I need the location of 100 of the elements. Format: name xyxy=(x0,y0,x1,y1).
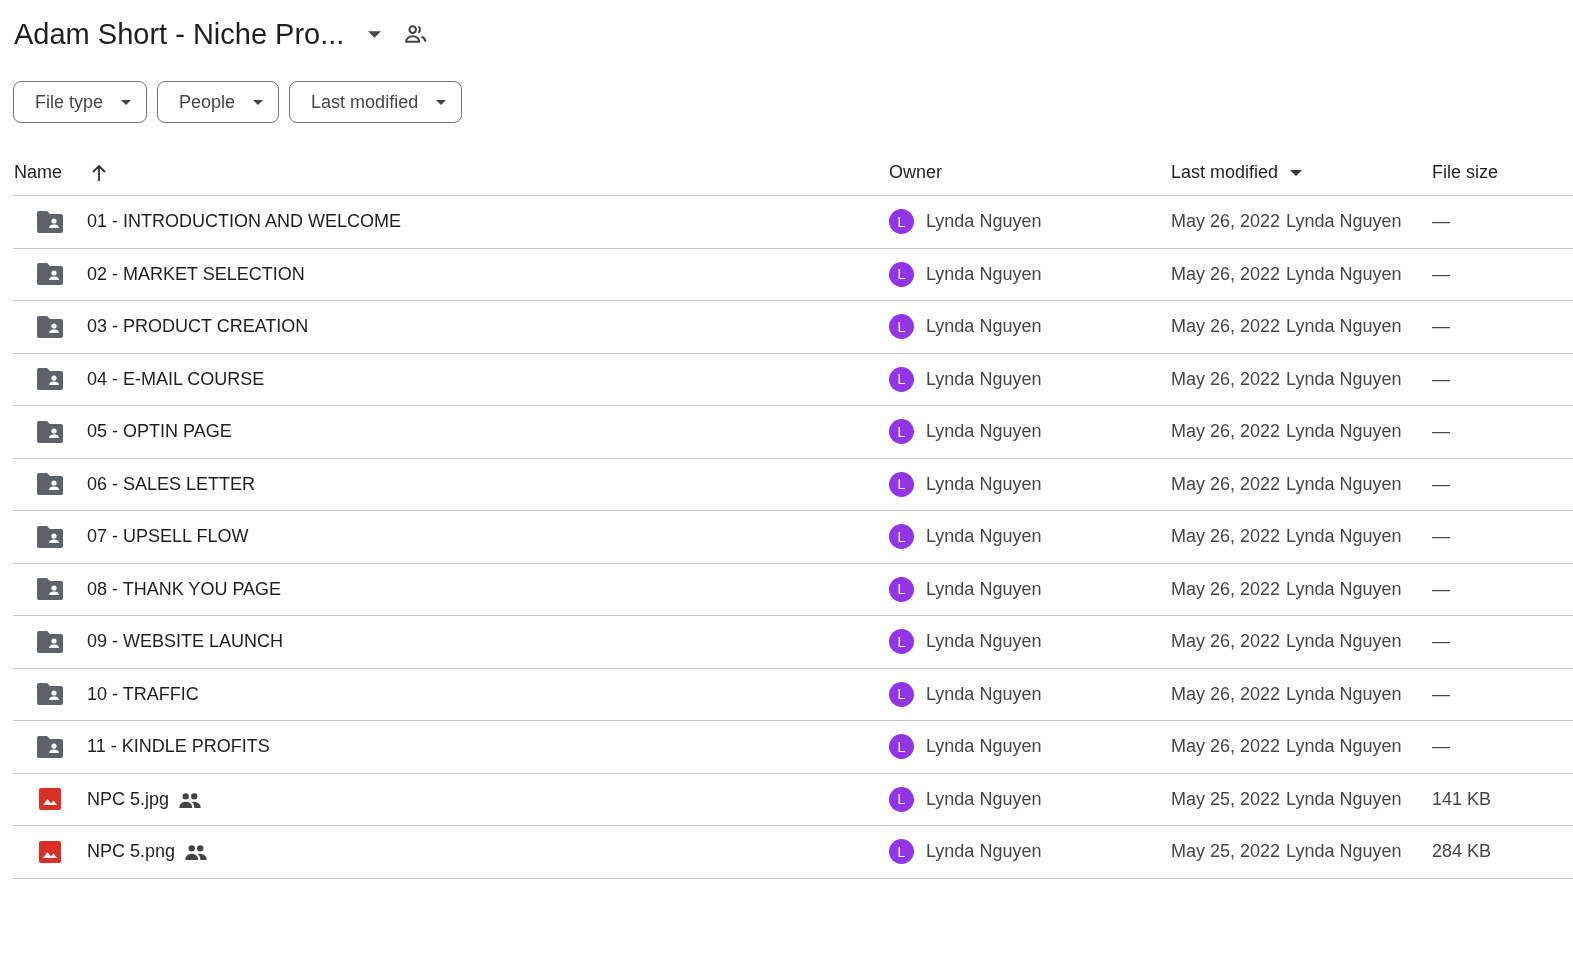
column-header[interactable]: Last modified xyxy=(1171,162,1279,183)
owner-name: Lynda Nguyen xyxy=(926,788,1042,810)
modified-by: Lynda Nguyen xyxy=(1286,263,1402,285)
file-size: — xyxy=(1432,578,1450,600)
modified-date: May 26, 2022 xyxy=(1171,526,1281,548)
image-file-icon xyxy=(39,840,61,863)
shared-folder-icon xyxy=(37,578,63,601)
avatar: L xyxy=(889,314,914,340)
owner-name: Lynda Nguyen xyxy=(926,368,1042,390)
file-name[interactable]: 06 - SALES LETTER xyxy=(87,473,256,495)
file-name[interactable]: 09 - WEBSITE LAUNCH xyxy=(87,631,284,653)
caret-icon[interactable] xyxy=(368,30,382,38)
avatar: L xyxy=(889,419,914,445)
column-header[interactable]: File size xyxy=(1432,162,1498,183)
modified-by: Lynda Nguyen xyxy=(1286,526,1402,548)
modified-by: Lynda Nguyen xyxy=(1286,211,1402,233)
filter-button[interactable]: People xyxy=(157,81,280,123)
modified-date: May 25, 2022 xyxy=(1171,788,1281,810)
avatar: L xyxy=(889,261,914,287)
file-size: — xyxy=(1432,683,1450,705)
file-name[interactable]: 02 - MARKET SELECTION xyxy=(87,263,305,285)
file-size: — xyxy=(1432,211,1450,233)
file-size: — xyxy=(1432,421,1450,443)
file-size: 284 KB xyxy=(1432,841,1492,863)
avatar: L xyxy=(889,629,914,655)
caret-icon[interactable] xyxy=(1290,169,1303,176)
modified-by: Lynda Nguyen xyxy=(1286,368,1402,390)
modified-date: May 26, 2022 xyxy=(1171,263,1281,285)
shared-folder-icon xyxy=(37,315,63,338)
modified-date: May 26, 2022 xyxy=(1171,736,1281,758)
modified-date: May 26, 2022 xyxy=(1171,421,1281,443)
modified-date: May 26, 2022 xyxy=(1171,211,1281,233)
file-name[interactable]: NPC 5.jpg xyxy=(87,788,170,810)
up-arrow-icon[interactable] xyxy=(92,164,106,181)
file-size: — xyxy=(1432,736,1450,758)
owner-name: Lynda Nguyen xyxy=(926,421,1042,443)
modified-by: Lynda Nguyen xyxy=(1286,788,1402,810)
shared-folder-icon xyxy=(37,525,63,548)
modified-by: Lynda Nguyen xyxy=(1286,683,1402,705)
modified-date: May 26, 2022 xyxy=(1171,316,1281,338)
caret-icon xyxy=(253,99,264,105)
file-size: 141 KB xyxy=(1432,788,1492,810)
file-size: — xyxy=(1432,526,1450,548)
shared-folder-icon xyxy=(37,473,63,496)
modified-by: Lynda Nguyen xyxy=(1286,316,1402,338)
modified-by: Lynda Nguyen xyxy=(1286,421,1402,443)
owner-name: Lynda Nguyen xyxy=(926,473,1042,495)
owner-name: Lynda Nguyen xyxy=(926,631,1042,653)
modified-by: Lynda Nguyen xyxy=(1286,841,1402,863)
file-name[interactable]: 11 - KINDLE PROFITS xyxy=(87,736,270,758)
owner-name: Lynda Nguyen xyxy=(926,683,1042,705)
modified-by: Lynda Nguyen xyxy=(1286,631,1402,653)
owner-name: Lynda Nguyen xyxy=(926,736,1042,758)
modified-date: May 25, 2022 xyxy=(1171,841,1281,863)
file-name[interactable]: NPC 5.png xyxy=(87,841,176,863)
shared-folder-icon xyxy=(37,683,63,706)
file-size: — xyxy=(1432,316,1450,338)
modified-date: May 26, 2022 xyxy=(1171,683,1281,705)
folder-title[interactable]: Adam Short - Niche Pro... xyxy=(13,17,345,51)
file-size: — xyxy=(1432,631,1450,653)
avatar: L xyxy=(889,786,914,812)
column-header[interactable]: Name xyxy=(14,162,62,183)
file-name[interactable]: 01 - INTRODUCTION AND WELCOME xyxy=(87,211,402,233)
avatar: L xyxy=(889,471,914,497)
avatar: L xyxy=(889,524,914,550)
image-file-icon xyxy=(39,788,61,811)
filter-button[interactable]: Last modified xyxy=(289,81,463,123)
column-header[interactable]: Owner xyxy=(889,162,942,183)
modified-by: Lynda Nguyen xyxy=(1286,473,1402,495)
file-name[interactable]: 04 - E-MAIL COURSE xyxy=(87,368,265,390)
file-size: — xyxy=(1432,368,1450,390)
file-name[interactable]: 03 - PRODUCT CREATION xyxy=(87,316,309,338)
avatar: L xyxy=(889,366,914,392)
modified-date: May 26, 2022 xyxy=(1171,473,1281,495)
owner-name: Lynda Nguyen xyxy=(926,526,1042,548)
avatar: L xyxy=(889,734,914,760)
file-name[interactable]: 05 - OPTIN PAGE xyxy=(87,421,232,443)
owner-name: Lynda Nguyen xyxy=(926,841,1042,863)
owner-name: Lynda Nguyen xyxy=(926,263,1042,285)
shared-folder-icon xyxy=(37,420,63,443)
file-name[interactable]: 08 - THANK YOU PAGE xyxy=(87,578,282,600)
shared-folder-icon xyxy=(37,630,63,653)
file-name[interactable]: 07 - UPSELL FLOW xyxy=(87,526,249,548)
avatar: L xyxy=(889,681,914,707)
shared-folder-icon xyxy=(37,210,63,233)
modified-date: May 26, 2022 xyxy=(1171,578,1281,600)
owner-name: Lynda Nguyen xyxy=(926,316,1042,338)
shared-folder-icon xyxy=(37,735,63,758)
avatar: L xyxy=(889,839,914,865)
avatar: L xyxy=(889,209,914,235)
file-size: — xyxy=(1432,263,1450,285)
filter-button[interactable]: File type xyxy=(13,81,148,123)
file-size: — xyxy=(1432,473,1450,495)
caret-icon xyxy=(436,99,447,105)
owner-name: Lynda Nguyen xyxy=(926,211,1042,233)
shared-people-icon[interactable] xyxy=(405,24,428,44)
shared-folder-icon xyxy=(37,263,63,286)
shared-folder-icon xyxy=(37,368,63,391)
avatar: L xyxy=(889,576,914,602)
file-name[interactable]: 10 - TRAFFIC xyxy=(87,683,199,705)
